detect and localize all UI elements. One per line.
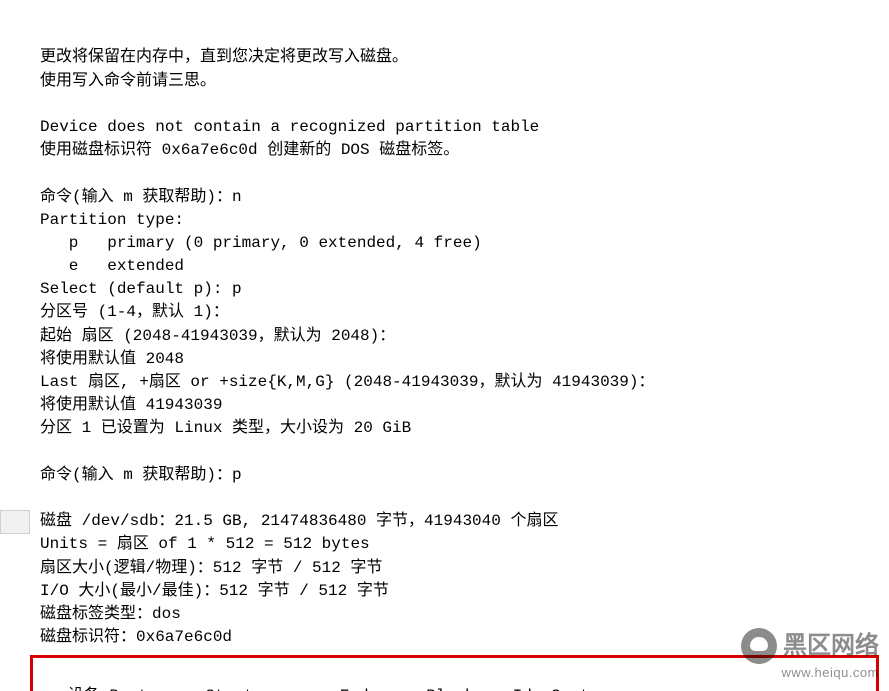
- line: 将使用默认值 41943039: [40, 396, 222, 414]
- line: Device does not contain a recognized par…: [40, 118, 539, 136]
- line: 起始 扇区 (2048-41943039，默认为 2048)：: [40, 327, 395, 345]
- line: 磁盘 /dev/sdb：21.5 GB, 21474836480 字节，4194…: [40, 512, 558, 530]
- line: e extended: [40, 257, 184, 275]
- line: 分区 1 已设置为 Linux 类型，大小设为 20 GiB: [40, 419, 411, 437]
- line: Units = 扇区 of 1 * 512 = 512 bytes: [40, 535, 370, 553]
- line: Select (default p): p: [40, 280, 242, 298]
- line: Partition type:: [40, 211, 184, 229]
- side-tab: [0, 510, 30, 534]
- watermark-url: www.heiqu.com: [741, 664, 879, 683]
- line: 磁盘标识符：0x6a7e6c0d: [40, 628, 232, 646]
- line: Last 扇区, +扇区 or +size{K,M,G} (2048-41943…: [40, 373, 654, 391]
- watermark: 黑区网络 www.heiqu.com: [741, 628, 879, 683]
- watermark-brand: 黑区网络: [783, 629, 879, 664]
- partition-table-header: 设备 Boot Start End Blocks Id System: [39, 687, 609, 691]
- mushroom-logo-icon: [741, 628, 777, 664]
- line: 磁盘标签类型：dos: [40, 605, 181, 623]
- line: 使用写入命令前请三思。: [40, 72, 216, 90]
- line: 使用磁盘标识符 0x6a7e6c0d 创建新的 DOS 磁盘标签。: [40, 141, 459, 159]
- line: 命令(输入 m 获取帮助)：n: [40, 188, 242, 206]
- line: 更改将保留在内存中，直到您决定将更改写入磁盘。: [40, 48, 408, 66]
- line: 将使用默认值 2048: [40, 350, 184, 368]
- line: p primary (0 primary, 0 extended, 4 free…: [40, 234, 482, 252]
- line: 分区号 (1-4，默认 1)：: [40, 303, 229, 321]
- line: 扇区大小(逻辑/物理)：512 字节 / 512 字节: [40, 559, 382, 577]
- line: 命令(输入 m 获取帮助)：p: [40, 466, 242, 484]
- terminal-output[interactable]: 更改将保留在内存中，直到您决定将更改写入磁盘。 使用写入命令前请三思。 Devi…: [0, 0, 889, 691]
- line: I/O 大小(最小/最佳)：512 字节 / 512 字节: [40, 582, 389, 600]
